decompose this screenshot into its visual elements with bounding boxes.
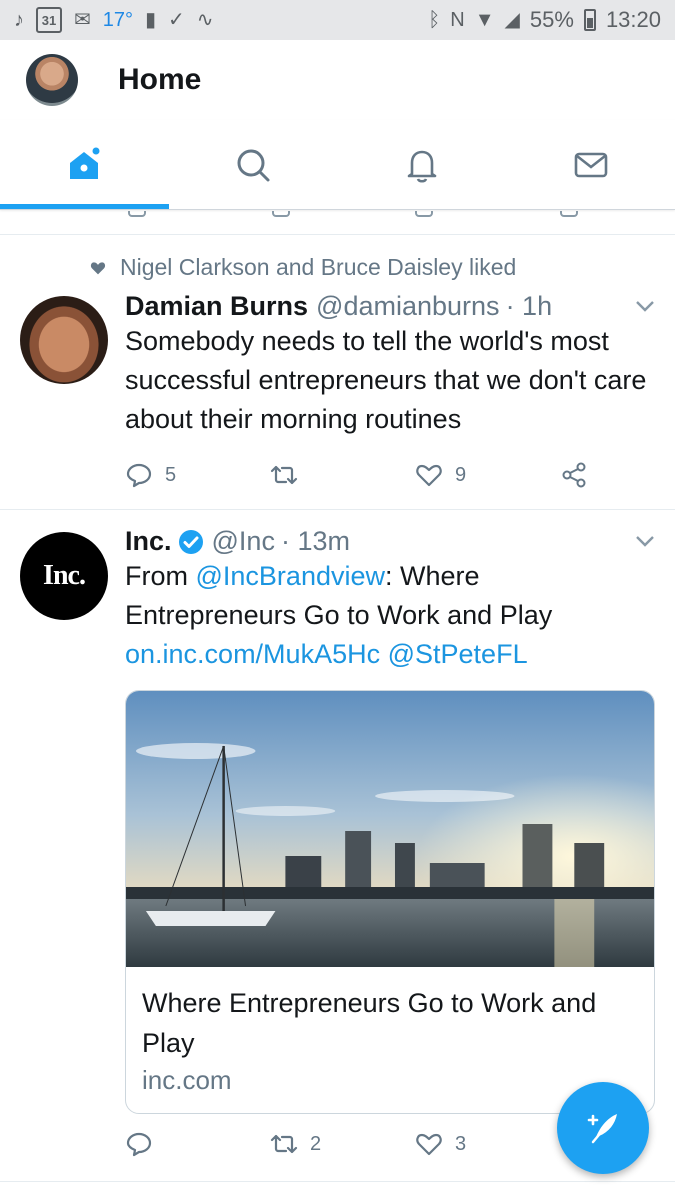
retweet-button[interactable]: 2 [270,1130,415,1158]
previous-tweet-actions-peek [0,211,675,235]
reply-button[interactable]: 5 [125,461,270,489]
like-icon [415,211,433,217]
tab-search[interactable] [169,120,338,209]
share-button[interactable] [560,461,588,489]
tweet-header: Damian Burns @damianburns · 1h [125,291,655,322]
avatar-logo-text: Inc. [43,560,86,591]
url-link[interactable]: on.inc.com/MukA5Hc [125,639,380,669]
tweet-content: Damian Burns @damianburns · 1h Somebody … [125,291,655,439]
social-context: Nigel Clarkson and Bruce Daisley liked [90,254,516,281]
card-title: Where Entrepreneurs Go to Work and Play [142,988,597,1058]
status-bar: ♪ 31 ✉ 17° ▮ ✓ ∿ ᛒ N ▼ ◢ 55% 13:20 [0,0,675,40]
author-handle[interactable]: @damianburns [316,291,500,322]
compose-feather-icon [587,1114,617,1144]
battery-percent: 55% [529,7,574,32]
verified-badge-icon [178,529,203,554]
reply-icon [126,463,152,488]
reply-icon [128,211,146,217]
tweet-actions: 2 3 [125,1130,595,1158]
tweet-content: Inc. @Inc · 13m From @IncBrandview: Wher… [125,526,655,674]
author-name[interactable]: Inc. [125,526,172,557]
tab-notifications[interactable] [338,120,507,209]
retweet-icon [270,465,298,485]
chevron-down-icon[interactable] [635,534,655,548]
like-count: 9 [455,463,467,486]
author-avatar[interactable]: Inc. [20,532,108,620]
profile-avatar[interactable] [26,54,78,106]
tweet-actions: 5 9 [125,461,595,489]
tweet[interactable]: Inc. Inc. @Inc · 13m From @IncBrandview:… [0,510,675,1182]
reply-count: 5 [165,463,177,486]
app-header: Home [0,40,675,120]
gmail-icon: ✉ [74,9,91,31]
reply-button[interactable] [125,1130,270,1158]
social-context-text: Nigel Clarkson and Bruce Daisley liked [120,254,517,280]
tweet-timestamp: · 1h [505,291,553,321]
tab-bar [0,120,675,210]
mention-link[interactable]: @IncBrandview [196,561,386,591]
share-icon [562,462,586,488]
mention-link[interactable]: @StPeteFL [388,639,528,669]
weather-temperature: 17° [102,8,134,31]
tweet-text: Somebody needs to tell the world's most … [125,326,647,434]
bluetooth-icon: ᛒ [428,9,441,31]
author-handle[interactable]: @Inc [212,526,275,557]
wifi-icon: ▼ [474,9,495,31]
author-avatar[interactable] [20,296,108,384]
card-image [126,691,654,967]
tweet-timestamp: · 13m [280,526,350,556]
nfc-icon: N [450,9,465,31]
music-icon: ♪ [14,9,24,31]
calendar-icon: 31 [36,7,62,33]
check-icon: ✓ [168,9,185,31]
heart-icon [416,1133,442,1156]
home-icon [70,147,100,179]
search-icon [237,149,270,181]
retweet-icon [272,211,290,217]
heart-icon [416,464,442,487]
link-preview-card[interactable]: Where Entrepreneurs Go to Work and Play … [125,690,655,1114]
retweet-count: 2 [310,1132,322,1155]
bell-icon [407,150,437,183]
like-button[interactable]: 3 [415,1130,560,1158]
author-name[interactable]: Damian Burns [125,291,308,322]
tweet-text: From @IncBrandview: Where Entrepreneurs … [125,557,655,674]
clock: 13:20 [605,7,661,32]
retweet-icon [270,1134,298,1154]
reply-icon [126,1132,152,1157]
mail-icon [574,152,607,177]
tweet[interactable]: Nigel Clarkson and Bruce Daisley liked D… [0,236,675,510]
activity-icon: ∿ [196,9,214,31]
retweet-button[interactable] [270,461,415,489]
text-segment: From [125,561,196,591]
like-count: 3 [455,1132,467,1155]
share-icon [560,211,578,217]
tweet-header: Inc. @Inc · 13m [125,526,655,557]
tab-home[interactable] [0,120,169,209]
page-title: Home [118,63,202,96]
heart-icon [90,261,106,274]
app-notification-icon: ▮ [145,9,157,31]
signal-icon: ◢ [504,9,520,31]
tab-messages[interactable] [506,120,675,209]
like-button[interactable]: 9 [415,461,560,489]
compose-tweet-button[interactable] [557,1082,649,1174]
chevron-down-icon[interactable] [635,299,655,313]
battery-icon [583,9,596,31]
